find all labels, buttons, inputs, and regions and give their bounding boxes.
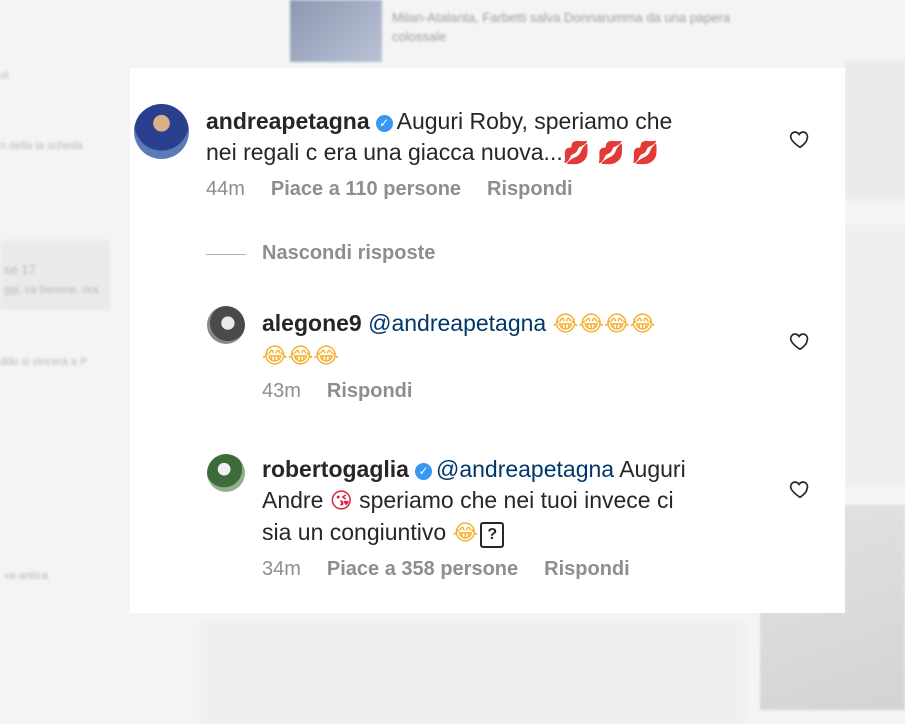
avatar[interactable] bbox=[134, 104, 189, 159]
comment-meta: 34m Piace a 358 persone Rispondi bbox=[262, 558, 656, 581]
comment-time: 43m bbox=[262, 380, 301, 402]
comment-meta: 44m Piace a 110 persone Rispondi bbox=[206, 178, 599, 201]
background-snippet: ggi, va benone, ora bbox=[4, 284, 99, 296]
background-snippet: va antica bbox=[4, 570, 49, 582]
background-block bbox=[200, 620, 745, 724]
username-link[interactable]: robertogaglia bbox=[262, 456, 409, 482]
background-snippet: ol bbox=[0, 70, 9, 82]
replies-divider bbox=[206, 254, 246, 255]
unsupported-glyph-icon: ? bbox=[480, 522, 505, 548]
kiss-mark-emoji: 💋 💋 💋 bbox=[562, 141, 659, 166]
hide-replies-button[interactable]: Nascondi risposte bbox=[262, 242, 435, 265]
comment-text: robertogaglia ✓ @andreapetagna Auguri Andr… bbox=[262, 456, 686, 548]
background-block bbox=[845, 225, 905, 485]
verified-badge-icon: ✓ bbox=[375, 115, 393, 132]
background-snippet: n della la scheda bbox=[0, 140, 83, 152]
mention-link[interactable]: @andreapetagna bbox=[368, 310, 546, 336]
likes-count-link[interactable]: Piace a 110 persone bbox=[271, 178, 461, 200]
laughing-emoji: 😂😂😂 bbox=[262, 344, 340, 369]
comments-card: andreapetagna ✓ Auguri Roby, speriamo che … bbox=[130, 68, 845, 613]
heart-icon[interactable] bbox=[789, 330, 811, 352]
mention-link[interactable]: @andreapetagna bbox=[436, 456, 614, 482]
username-link[interactable]: andreapetagna bbox=[206, 108, 370, 134]
reply-button[interactable]: Rispondi bbox=[487, 178, 573, 200]
background-article-thumbnail bbox=[290, 0, 382, 62]
comment-meta: 43m Rispondi bbox=[262, 380, 438, 403]
background-block bbox=[845, 60, 905, 200]
comment-text: andreapetagna ✓ Auguri Roby, speriamo che … bbox=[206, 108, 673, 166]
background-snippet: se 17 bbox=[4, 262, 36, 277]
avatar[interactable] bbox=[207, 454, 245, 492]
laughing-emoji: 😂 bbox=[452, 521, 479, 546]
reply-button[interactable]: Rispondi bbox=[327, 380, 413, 402]
username-link[interactable]: alegone9 bbox=[262, 310, 362, 336]
comment-time: 34m bbox=[262, 558, 301, 580]
background-headline: Milan-Atalanta, Farbetti salva Donnarumm… bbox=[392, 10, 731, 44]
avatar[interactable] bbox=[207, 306, 245, 344]
kissing-face-emoji: 😘 bbox=[329, 489, 353, 514]
verified-badge-icon: ✓ bbox=[414, 463, 432, 480]
reply-button[interactable]: Rispondi bbox=[544, 558, 630, 580]
heart-icon[interactable] bbox=[789, 478, 811, 500]
comment-text: alegone9 @andreapetagna 😂😂😂😂 😂😂😂 bbox=[262, 308, 762, 372]
background-snippet: ddo si vincerà a P bbox=[0, 356, 88, 368]
likes-count-link[interactable]: Piace a 358 persone bbox=[327, 558, 518, 580]
laughing-emoji: 😂😂😂😂 bbox=[552, 312, 656, 337]
heart-icon[interactable] bbox=[789, 128, 811, 150]
comment-time: 44m bbox=[206, 178, 245, 200]
